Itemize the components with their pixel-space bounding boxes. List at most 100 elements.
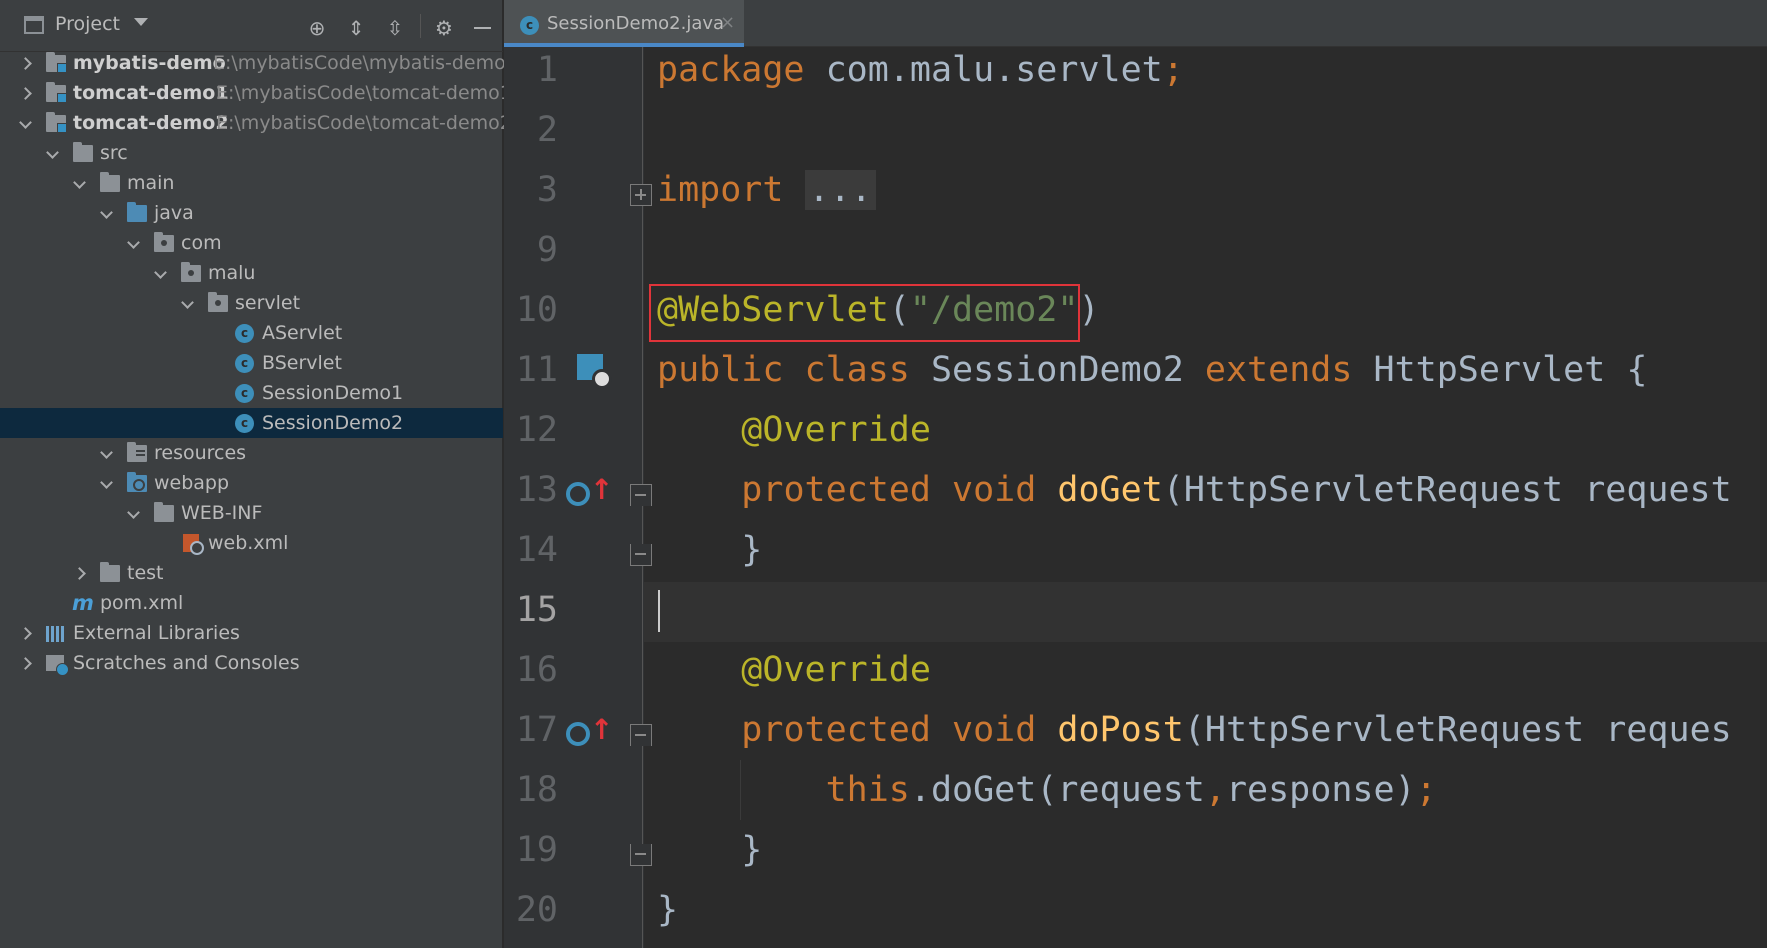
gear-icon[interactable]: ⚙ bbox=[432, 16, 456, 40]
collapse-fold-icon[interactable] bbox=[630, 484, 652, 506]
folder-icon bbox=[73, 142, 93, 162]
code-line-14: } bbox=[657, 530, 762, 570]
code-line-13: protected void doGet(HttpServletRequest … bbox=[657, 470, 1731, 510]
tree-item-sessiondemo1[interactable]: c SessionDemo1 bbox=[0, 378, 503, 408]
expand-all-icon[interactable]: ⇕ bbox=[344, 16, 368, 40]
tree-item-tomcat-demo1[interactable]: tomcat-demo1 E:\mybatisCode\tomcat-demo1 bbox=[0, 78, 512, 108]
chevron-down-icon[interactable] bbox=[126, 498, 142, 528]
tree-item-path: E:\mybatisCode\mybatis-demo bbox=[213, 52, 506, 74]
globe-icon bbox=[592, 369, 612, 389]
resources-folder-icon bbox=[127, 442, 147, 462]
chevron-right-icon[interactable] bbox=[20, 48, 36, 78]
tree-item-servlet[interactable]: servlet bbox=[0, 288, 503, 318]
tree-item-sessiondemo2[interactable]: c SessionDemo2 bbox=[0, 408, 503, 438]
tree-item-external-libraries[interactable]: External Libraries bbox=[0, 618, 503, 648]
line-number: 13 bbox=[515, 470, 558, 510]
code-line-16: @Override bbox=[657, 650, 931, 690]
close-icon[interactable]: × bbox=[720, 12, 735, 33]
tree-item-path: E:\mybatisCode\tomcat-demo1 bbox=[216, 82, 512, 104]
tree-item-test[interactable]: test bbox=[0, 558, 503, 588]
tree-item-mybatis-demo[interactable]: mybatis-demo E:\mybatisCode\mybatis-demo bbox=[0, 48, 506, 78]
source-folder-icon bbox=[127, 202, 147, 222]
tree-item-label: AServlet bbox=[262, 322, 343, 344]
tree-item-pom-xml[interactable]: m pom.xml bbox=[0, 588, 503, 618]
project-view-title[interactable]: Project bbox=[55, 13, 120, 35]
brace-token: } bbox=[741, 830, 763, 870]
chevron-right-icon[interactable] bbox=[20, 618, 36, 648]
tree-item-label: main bbox=[127, 172, 175, 194]
project-folder-icon bbox=[46, 52, 67, 73]
folder-icon bbox=[100, 172, 120, 192]
line-number: 19 bbox=[515, 830, 558, 870]
package-icon bbox=[154, 232, 174, 252]
fold-end-icon[interactable] bbox=[630, 544, 652, 566]
class-icon: c bbox=[235, 414, 254, 433]
chevron-right-icon[interactable] bbox=[20, 78, 36, 108]
code-line-1: package com.malu.servlet; bbox=[657, 50, 1184, 90]
locate-icon[interactable]: ⊕ bbox=[305, 16, 329, 40]
collapse-all-icon[interactable]: ⇳ bbox=[383, 16, 407, 40]
override-up-icon[interactable] bbox=[566, 482, 590, 506]
editor-tab-bar: c SessionDemo2.java × bbox=[504, 0, 1767, 47]
chevron-down-icon[interactable] bbox=[134, 18, 148, 26]
project-folder-icon bbox=[46, 82, 67, 103]
xml-file-icon bbox=[183, 534, 204, 555]
chevron-down-icon[interactable] bbox=[99, 198, 115, 228]
chevron-down-icon[interactable] bbox=[180, 288, 196, 318]
keyword-token: protected bbox=[741, 710, 931, 750]
project-panel-header: Project ⊕ ⇕ ⇳ ⚙ bbox=[0, 0, 503, 52]
tree-item-src[interactable]: src bbox=[0, 138, 503, 168]
tree-item-label: External Libraries bbox=[73, 622, 240, 644]
tree-item-java[interactable]: java bbox=[0, 198, 503, 228]
tree-item-web-inf[interactable]: WEB-INF bbox=[0, 498, 503, 528]
identifier-token: com.malu.servlet bbox=[804, 50, 1163, 90]
tree-item-label: BServlet bbox=[262, 352, 342, 374]
chevron-down-icon[interactable] bbox=[18, 108, 34, 138]
fold-end-icon[interactable] bbox=[630, 844, 652, 866]
line-number: 11 bbox=[515, 350, 558, 390]
tree-item-com[interactable]: com bbox=[0, 228, 503, 258]
superclass-token: HttpServlet { bbox=[1373, 350, 1648, 390]
tree-item-aservlet[interactable]: c AServlet bbox=[0, 318, 503, 348]
tree-item-web-xml[interactable]: web.xml bbox=[0, 528, 503, 558]
tree-item-label: mybatis-demo bbox=[73, 52, 226, 74]
tree-item-main[interactable]: main bbox=[0, 168, 503, 198]
class-icon: c bbox=[235, 324, 254, 343]
folded-imports[interactable]: ... bbox=[804, 170, 876, 210]
tree-item-bservlet[interactable]: c BServlet bbox=[0, 348, 503, 378]
highlight-box bbox=[649, 284, 1080, 342]
keyword-token: package bbox=[657, 50, 805, 90]
tab-label: SessionDemo2.java bbox=[547, 13, 725, 34]
chevron-right-icon[interactable] bbox=[20, 648, 36, 678]
tree-item-label: pom.xml bbox=[100, 592, 184, 614]
override-up-icon[interactable] bbox=[566, 722, 590, 746]
line-number: 9 bbox=[536, 230, 558, 270]
expand-fold-icon[interactable] bbox=[630, 184, 652, 206]
project-panel: Project ⊕ ⇕ ⇳ ⚙ mybatis-demo E:\mybatisC… bbox=[0, 0, 512, 948]
code-line-17: protected void doPost(HttpServletRequest… bbox=[657, 710, 1731, 750]
brace-token: } bbox=[741, 530, 763, 570]
tree-item-tomcat-demo2[interactable]: tomcat-demo2 E:\mybatisCode\tomcat-demo2 bbox=[0, 108, 512, 138]
tree-item-resources[interactable]: resources bbox=[0, 438, 503, 468]
tree-item-malu[interactable]: malu bbox=[0, 258, 503, 288]
tab-sessiondemo2[interactable]: c SessionDemo2.java × bbox=[504, 0, 744, 47]
annotation-token: @Override bbox=[741, 650, 931, 690]
text-caret bbox=[658, 590, 660, 632]
chevron-right-icon[interactable] bbox=[74, 558, 90, 588]
chevron-down-icon[interactable] bbox=[126, 228, 142, 258]
keyword-token: import bbox=[657, 170, 784, 210]
tree-item-label: SessionDemo1 bbox=[262, 382, 404, 404]
code-line-18: this.doGet(request,response); bbox=[657, 770, 1437, 810]
class-icon: c bbox=[235, 384, 254, 403]
tree-item-webapp[interactable]: webapp bbox=[0, 468, 503, 498]
tree-item-scratches[interactable]: Scratches and Consoles bbox=[0, 648, 503, 678]
code-line-3: import ... bbox=[657, 170, 876, 210]
chevron-down-icon[interactable] bbox=[45, 138, 61, 168]
chevron-down-icon[interactable] bbox=[99, 468, 115, 498]
collapse-fold-icon[interactable] bbox=[630, 724, 652, 746]
folder-icon bbox=[154, 502, 174, 522]
chevron-down-icon[interactable] bbox=[153, 258, 169, 288]
chevron-down-icon[interactable] bbox=[72, 168, 88, 198]
minimize-icon[interactable] bbox=[474, 27, 491, 29]
chevron-down-icon[interactable] bbox=[99, 438, 115, 468]
